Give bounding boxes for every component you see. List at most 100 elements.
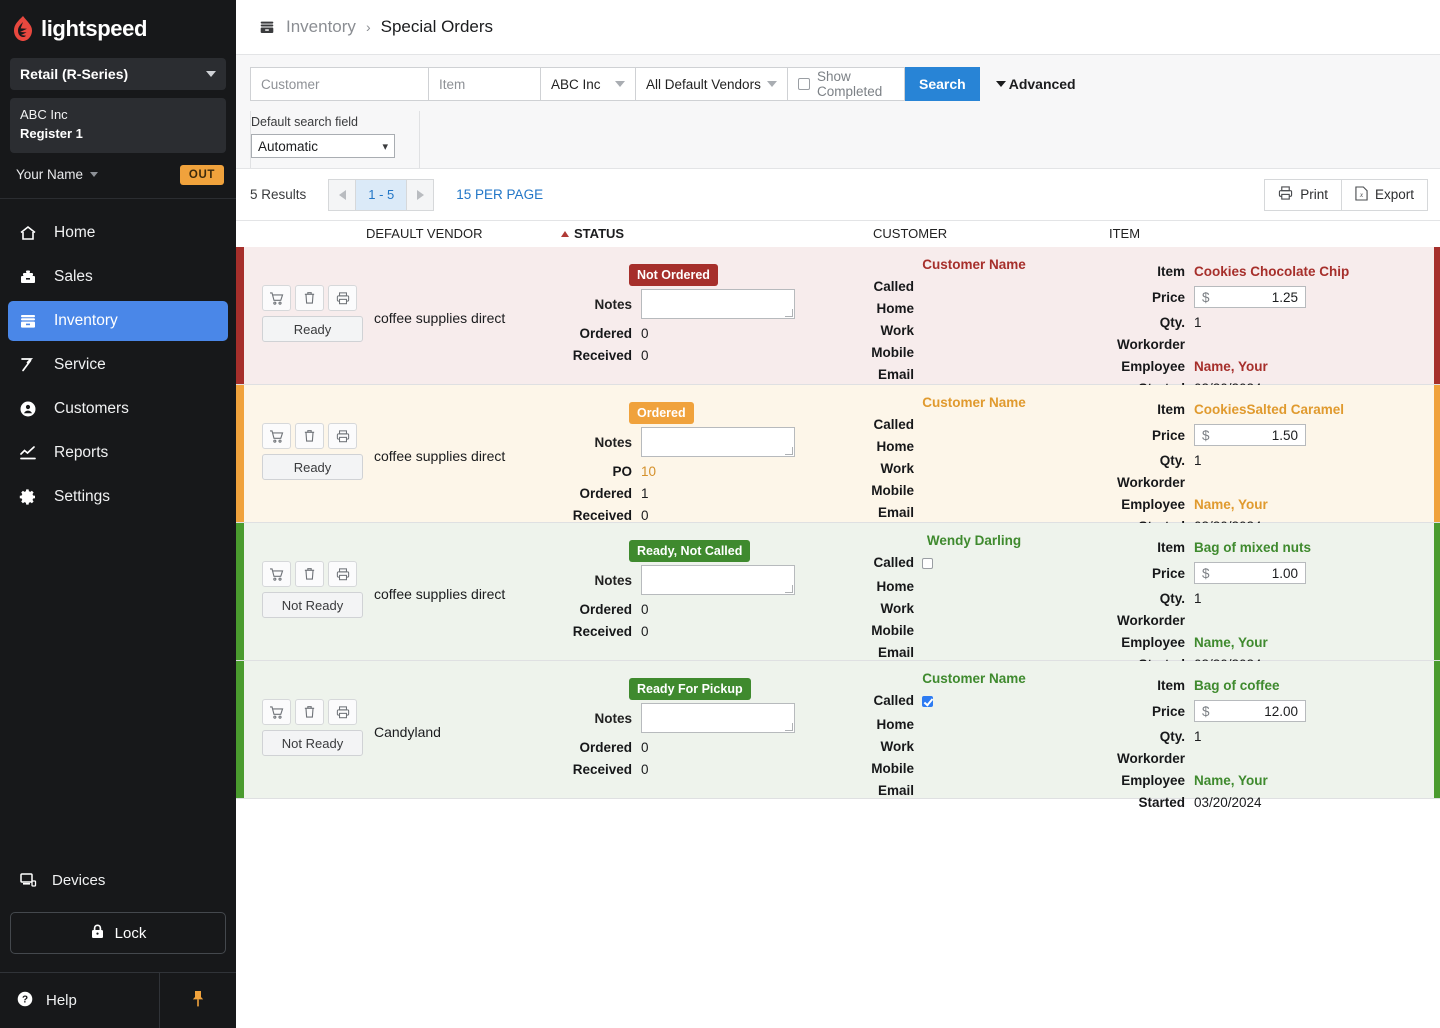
add-to-cart-button[interactable] [262, 561, 291, 587]
item-value[interactable]: Bag of coffee [1194, 678, 1280, 693]
row-received: Received 0 [551, 508, 866, 523]
row-employee: Employee Name, Your [1094, 635, 1434, 650]
item-value[interactable]: Cookies Chocolate Chip [1194, 264, 1349, 279]
delete-button[interactable] [295, 699, 324, 725]
store-selector[interactable]: Retail (R-Series) [10, 58, 226, 90]
table-row[interactable]: Not Ready Candyland Ready For Pickup Not… [236, 661, 1440, 810]
workorder-label: Workorder [1116, 475, 1185, 490]
employee-value[interactable]: Name, Your [1194, 497, 1268, 512]
default-search-field-value: Automatic [258, 138, 319, 154]
special-orders-list: Ready coffee supplies direct Not Ordered… [236, 247, 1440, 1028]
print-row-button[interactable] [328, 285, 357, 311]
row-mobile: Mobile [854, 345, 1094, 360]
table-row[interactable]: Not Ready coffee supplies direct Ready, … [236, 523, 1440, 672]
status-badge[interactable]: Ordered [629, 402, 694, 424]
column-header-status[interactable]: STATUS [561, 226, 624, 241]
ready-toggle-button[interactable]: Ready [262, 316, 363, 342]
sidebar-item-devices[interactable]: Devices [0, 860, 236, 900]
user-menu[interactable]: Your Name [16, 167, 99, 182]
price-input[interactable]: $ 1.25 [1194, 286, 1306, 308]
per-page-link[interactable]: 15 PER PAGE [456, 187, 543, 202]
default-search-field-select[interactable]: Automatic ▾ [251, 134, 395, 158]
show-completed-checkbox[interactable]: Show Completed [787, 67, 905, 101]
prev-page-button[interactable] [328, 178, 357, 211]
column-header-item[interactable]: ITEM [1109, 226, 1140, 241]
row-ordered: Ordered 0 [551, 602, 866, 617]
sidebar-item-customers[interactable]: Customers [8, 389, 228, 429]
next-page-button[interactable] [406, 178, 435, 211]
print-button[interactable]: Print [1264, 178, 1342, 211]
brand-logo[interactable]: lightspeed [0, 0, 236, 56]
add-to-cart-button[interactable] [262, 423, 291, 449]
item-value[interactable]: CookiesSalted Caramel [1194, 402, 1344, 417]
pin-sidebar-button[interactable] [160, 973, 236, 1028]
ready-toggle-button[interactable]: Ready [262, 454, 363, 480]
called-checkbox[interactable] [922, 558, 933, 569]
shop-select[interactable]: ABC Inc [540, 67, 635, 101]
delete-button[interactable] [295, 285, 324, 311]
customer-name-link[interactable]: Customer Name [854, 257, 1094, 272]
customer-search-input[interactable]: Customer [250, 67, 428, 101]
lock-button[interactable]: Lock [10, 912, 226, 954]
sidebar-item-service[interactable]: Service [8, 345, 228, 385]
vendor-select[interactable]: All Default Vendors [635, 67, 787, 101]
sidebar-item-sales[interactable]: Sales [8, 257, 228, 297]
qty-value: 1 [1194, 591, 1202, 606]
qty-label: Qty. [1159, 453, 1185, 468]
delete-button[interactable] [295, 423, 324, 449]
print-row-button[interactable] [328, 699, 357, 725]
register-info[interactable]: ABC Inc Register 1 [10, 98, 226, 153]
sidebar-item-settings[interactable]: Settings [8, 477, 228, 517]
po-value[interactable]: 10 [641, 464, 656, 479]
notes-label: Notes [594, 710, 632, 726]
ready-toggle-button[interactable]: Not Ready [262, 592, 363, 618]
item-search-input[interactable]: Item [428, 67, 540, 101]
table-row[interactable]: Ready coffee supplies direct Not Ordered… [236, 247, 1440, 396]
row-customer-column: Customer Name Called Home Work Mobile Em… [854, 257, 1094, 382]
notes-input[interactable] [641, 427, 795, 457]
status-badge[interactable]: Ready, Not Called [629, 540, 751, 562]
clock-out-button[interactable]: OUT [179, 164, 224, 185]
row-email: Email [854, 367, 1094, 382]
print-row-button[interactable] [328, 423, 357, 449]
row-status-bar-right [1434, 385, 1440, 522]
customer-name-link[interactable]: Wendy Darling [854, 533, 1094, 548]
print-row-button[interactable] [328, 561, 357, 587]
sidebar-item-reports[interactable]: Reports [8, 433, 228, 473]
called-checkbox[interactable] [922, 696, 933, 707]
price-input[interactable]: $ 1.50 [1194, 424, 1306, 446]
add-to-cart-button[interactable] [262, 699, 291, 725]
ordered-label: Ordered [579, 602, 632, 617]
price-input[interactable]: $ 12.00 [1194, 700, 1306, 722]
employee-value[interactable]: Name, Your [1194, 635, 1268, 650]
item-value[interactable]: Bag of mixed nuts [1194, 540, 1311, 555]
sidebar-item-home[interactable]: Home [8, 213, 228, 253]
customer-name-link[interactable]: Customer Name [854, 395, 1094, 410]
add-to-cart-button[interactable] [262, 285, 291, 311]
price-input[interactable]: $ 1.00 [1194, 562, 1306, 584]
help-button[interactable]: ? Help [0, 973, 160, 1028]
status-badge[interactable]: Ready For Pickup [629, 678, 751, 700]
column-header-customer[interactable]: CUSTOMER [873, 226, 947, 241]
advanced-toggle[interactable]: Advanced [995, 67, 1076, 101]
notes-input[interactable] [641, 703, 795, 733]
table-row[interactable]: Ready coffee supplies direct Ordered Not… [236, 385, 1440, 534]
ready-toggle-button[interactable]: Not Ready [262, 730, 363, 756]
lock-icon [90, 923, 105, 944]
delete-button[interactable] [295, 561, 324, 587]
employee-value[interactable]: Name, Your [1194, 773, 1268, 788]
sidebar-item-inventory[interactable]: Inventory [8, 300, 228, 341]
search-button[interactable]: Search [905, 67, 980, 101]
export-button[interactable]: x Export [1341, 178, 1428, 211]
row-notes-row: Notes [551, 427, 866, 457]
breadcrumb-parent[interactable]: Inventory [286, 17, 356, 37]
notes-input[interactable] [641, 289, 795, 319]
customer-name-link[interactable]: Customer Name [854, 671, 1094, 686]
column-header-default-vendor[interactable]: DEFAULT VENDOR [366, 226, 483, 241]
row-ordered: Ordered 1 [551, 486, 866, 501]
employee-value[interactable]: Name, Your [1194, 359, 1268, 374]
boxes-icon [258, 18, 276, 36]
notes-input[interactable] [641, 565, 795, 595]
status-badge[interactable]: Not Ordered [629, 264, 718, 286]
row-body: Not Ready Candyland Ready For Pickup Not… [244, 661, 1434, 810]
